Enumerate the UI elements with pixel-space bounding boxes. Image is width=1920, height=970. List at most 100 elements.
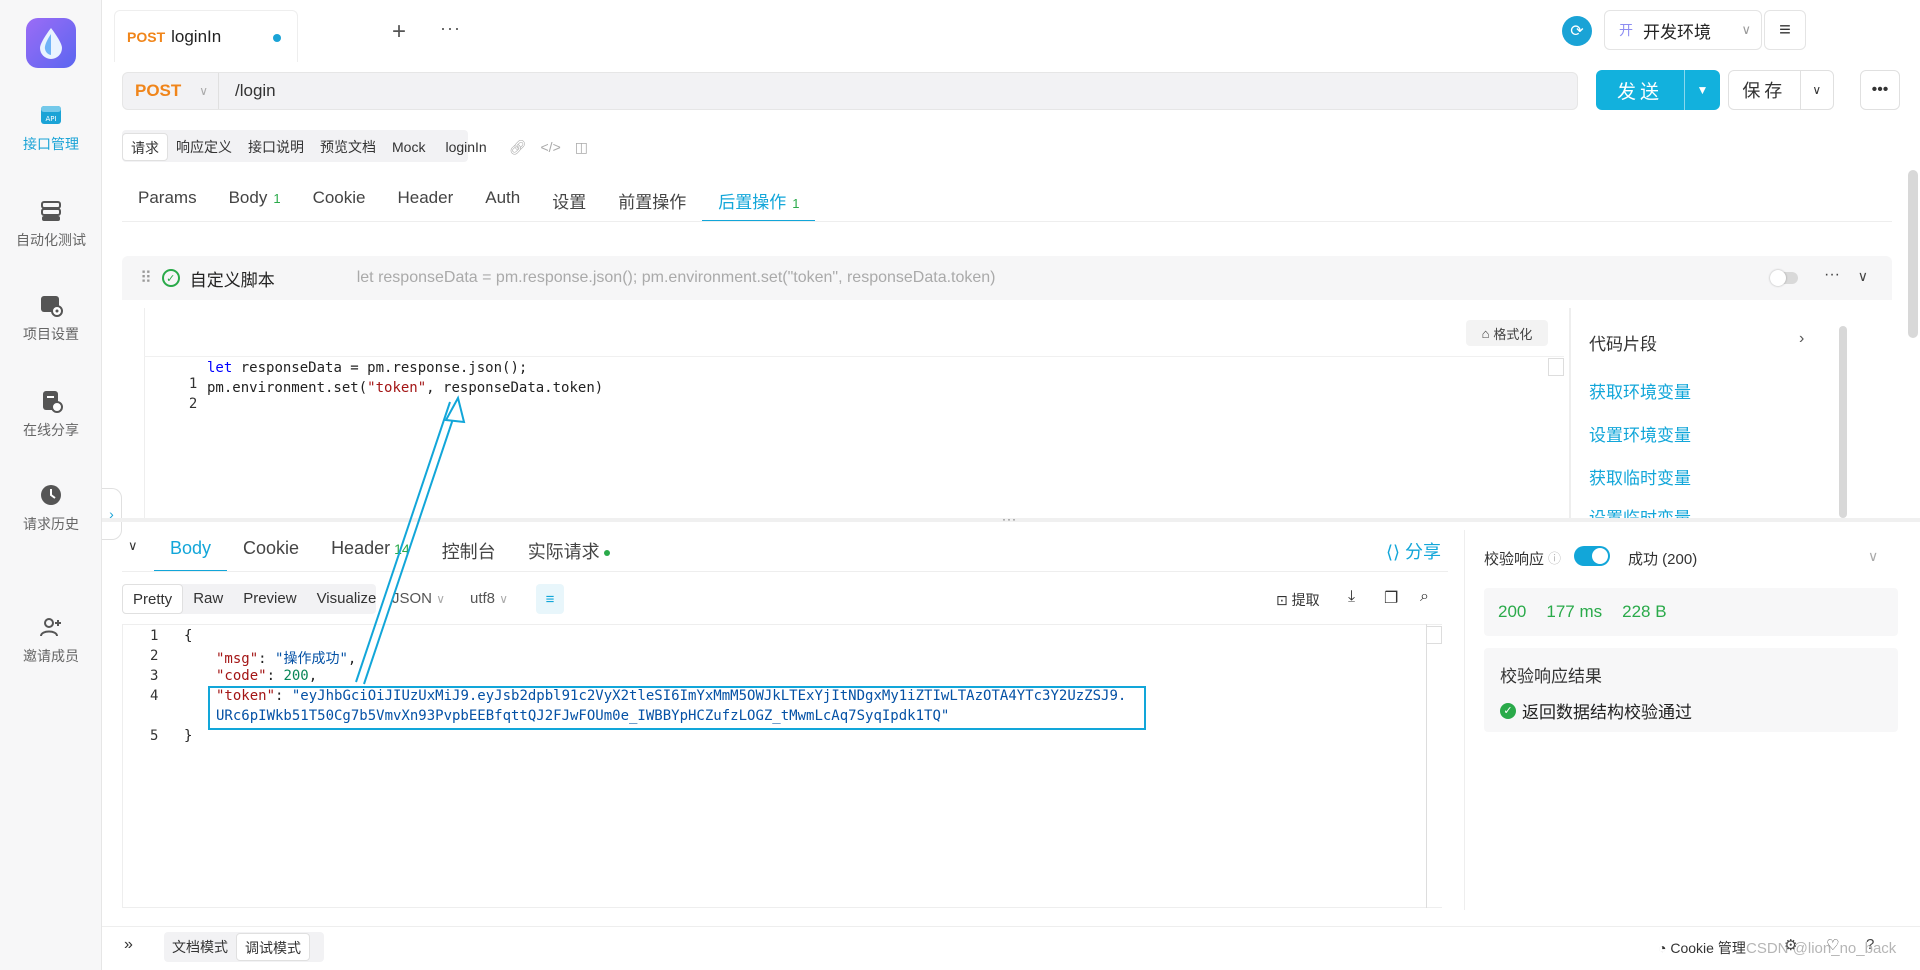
sidebar-item-invite-member[interactable]: 邀请成员 bbox=[0, 614, 102, 666]
tab-cookie[interactable]: Cookie bbox=[297, 180, 382, 222]
resp-tab-body[interactable]: Body bbox=[154, 528, 228, 572]
code-text: , responseData.token) bbox=[426, 380, 604, 396]
cookie-label: Cookie 管理 bbox=[1670, 940, 1746, 956]
more-tabs-button[interactable]: ··· bbox=[440, 18, 461, 39]
code-icon[interactable]: </> bbox=[541, 139, 561, 155]
send-button[interactable]: 发送 ▼ bbox=[1596, 70, 1720, 110]
search-icon[interactable]: ⌕ bbox=[1420, 588, 1429, 606]
svg-text:API: API bbox=[45, 115, 56, 123]
script-header[interactable]: ⠿ ✓ 自定义脚本 let responseData = pm.response… bbox=[122, 256, 1892, 300]
extract-button[interactable]: ⊡ 提取 bbox=[1276, 590, 1320, 610]
editor-scrollbar[interactable] bbox=[1548, 358, 1564, 376]
view-tab-preview[interactable]: Preview bbox=[233, 584, 306, 614]
sidebar-item-api-management[interactable]: API 接口管理 bbox=[0, 102, 102, 154]
tab-params[interactable]: Params bbox=[122, 180, 213, 222]
method-select[interactable]: POST ∨ bbox=[123, 73, 219, 109]
result-title: 校验响应结果 bbox=[1500, 667, 1602, 686]
snippet-get-temp[interactable]: 获取临时变量 bbox=[1589, 464, 1691, 489]
snippet-get-env[interactable]: 获取环境变量 bbox=[1589, 378, 1691, 403]
tab-pre-request[interactable]: 前置操作 bbox=[602, 180, 702, 222]
app-logo[interactable] bbox=[26, 18, 76, 68]
validation-status[interactable]: 成功 (200) bbox=[1628, 548, 1697, 569]
view-tab-visualize[interactable]: Visualize bbox=[307, 584, 387, 614]
help-icon[interactable]: ⓘ bbox=[1548, 548, 1561, 567]
mode-debug[interactable]: 调试模式 bbox=[236, 933, 310, 961]
tab-label: Params bbox=[138, 188, 197, 207]
link-icon[interactable]: 🔗︎ bbox=[509, 139, 527, 156]
resp-tab-actual-request[interactable]: 实际请求 bbox=[512, 528, 626, 572]
copy-icon[interactable]: ❐ bbox=[1384, 588, 1398, 608]
more-options-button[interactable]: ••• bbox=[1860, 70, 1900, 110]
more-icon[interactable]: ··· bbox=[1824, 266, 1840, 284]
cookie-manager-button[interactable]: ◔ Cookie 管理 bbox=[1658, 938, 1746, 958]
response-scrollbar[interactable] bbox=[1426, 624, 1442, 908]
double-chevron-right-icon[interactable]: » bbox=[124, 936, 133, 954]
chevron-down-icon[interactable]: ∨ bbox=[1868, 548, 1878, 565]
expand-panel-handle[interactable]: › bbox=[102, 488, 122, 540]
snippets-scrollbar[interactable] bbox=[1839, 326, 1847, 518]
snippet-set-env[interactable]: 设置环境变量 bbox=[1589, 421, 1691, 446]
url-input[interactable]: /login bbox=[219, 81, 276, 101]
tab-auth[interactable]: Auth bbox=[469, 180, 536, 222]
tab-body[interactable]: Body 1 bbox=[213, 180, 297, 222]
tab-settings[interactable]: 设置 bbox=[536, 180, 602, 222]
tab-label: 实际请求 bbox=[527, 542, 600, 562]
sidebar-item-project-settings[interactable]: 项目设置 bbox=[0, 292, 102, 344]
unsaved-dot-icon bbox=[273, 34, 281, 42]
doc-tab-response-def[interactable]: 响应定义 bbox=[168, 133, 240, 161]
save-button[interactable]: 保存 ∨ bbox=[1728, 70, 1834, 110]
charset-select[interactable]: utf8 ∨ bbox=[470, 590, 508, 607]
format-select[interactable]: JSON ∨ bbox=[392, 590, 445, 607]
doc-tab-mock[interactable]: Mock bbox=[384, 133, 433, 161]
tab-login-request[interactable]: POST loginIn bbox=[114, 10, 298, 62]
droplet-icon bbox=[40, 28, 62, 59]
code-editor[interactable] bbox=[144, 308, 1570, 518]
share-button[interactable]: ⟨⟩ 分享 bbox=[1386, 538, 1441, 564]
view-tab-raw[interactable]: Raw bbox=[183, 584, 233, 614]
api-icon: API bbox=[41, 106, 61, 124]
json-close-brace: } bbox=[184, 728, 193, 744]
format-value: JSON bbox=[392, 590, 433, 607]
mode-doc[interactable]: 文档模式 bbox=[164, 933, 236, 961]
sidebar-item-label: 在线分享 bbox=[23, 422, 79, 438]
layout-icon[interactable]: ◫ bbox=[575, 139, 588, 156]
snippets-title: 代码片段 bbox=[1589, 335, 1657, 354]
snippet-set-temp[interactable]: 设置临时变量 bbox=[1589, 504, 1691, 518]
response-scroll-thumb[interactable] bbox=[1426, 626, 1442, 644]
word-wrap-icon[interactable]: ≡ bbox=[536, 584, 564, 614]
doc-tab-preview[interactable]: 预览文档 bbox=[312, 133, 384, 161]
resp-tab-header[interactable]: Header 14 bbox=[315, 528, 426, 572]
sync-icon[interactable]: ⟳ bbox=[1562, 16, 1592, 46]
sidebar-item-online-share[interactable]: 在线分享 bbox=[0, 388, 102, 440]
tab-header[interactable]: Header bbox=[381, 180, 469, 222]
resp-tab-cookie[interactable]: Cookie bbox=[227, 528, 315, 572]
cookie-icon: ◔ bbox=[1658, 940, 1671, 956]
result-text: 返回数据结构校验通过 bbox=[1522, 703, 1692, 722]
script-enable-toggle[interactable] bbox=[1770, 270, 1798, 286]
download-icon[interactable]: ⤓ bbox=[1348, 588, 1355, 606]
chevron-down-icon[interactable]: ∨ bbox=[128, 538, 138, 554]
sidebar-item-automation-test[interactable]: 自动化测试 bbox=[0, 198, 102, 250]
environment-select[interactable]: 开 开发环境 ∨ bbox=[1604, 10, 1762, 50]
validate-response-toggle[interactable] bbox=[1574, 546, 1610, 566]
sidebar-item-request-history[interactable]: 请求历史 bbox=[0, 482, 102, 534]
chevron-down-icon[interactable]: ∨ bbox=[1858, 268, 1868, 285]
page-scrollbar[interactable] bbox=[1908, 170, 1918, 338]
menu-icon[interactable]: ≡ bbox=[1764, 10, 1806, 50]
resp-tab-console[interactable]: 控制台 bbox=[426, 528, 512, 572]
drag-dots-icon[interactable]: ··· bbox=[1002, 512, 1017, 526]
drag-handle-icon[interactable]: ⠿ bbox=[140, 268, 152, 288]
view-tab-pretty[interactable]: Pretty bbox=[122, 584, 184, 614]
tab-post-request[interactable]: 后置操作 1 bbox=[702, 180, 816, 222]
add-tab-button[interactable]: + bbox=[392, 18, 406, 46]
response-size: 228 B bbox=[1622, 602, 1667, 621]
doc-tab-request[interactable]: 请求 bbox=[122, 133, 168, 161]
sidebar-item-label: 自动化测试 bbox=[16, 232, 86, 248]
view-tabs: Pretty Raw Preview Visualize bbox=[122, 584, 386, 614]
chevron-right-icon[interactable]: › bbox=[1799, 330, 1804, 348]
chevron-down-icon[interactable]: ∨ bbox=[1799, 71, 1833, 109]
send-options-icon[interactable]: ▼ bbox=[1684, 70, 1720, 110]
api-name[interactable]: loginIn bbox=[437, 133, 494, 161]
doc-tab-description[interactable]: 接口说明 bbox=[240, 133, 312, 161]
format-button[interactable]: ⌂ 格式化 bbox=[1466, 320, 1548, 346]
